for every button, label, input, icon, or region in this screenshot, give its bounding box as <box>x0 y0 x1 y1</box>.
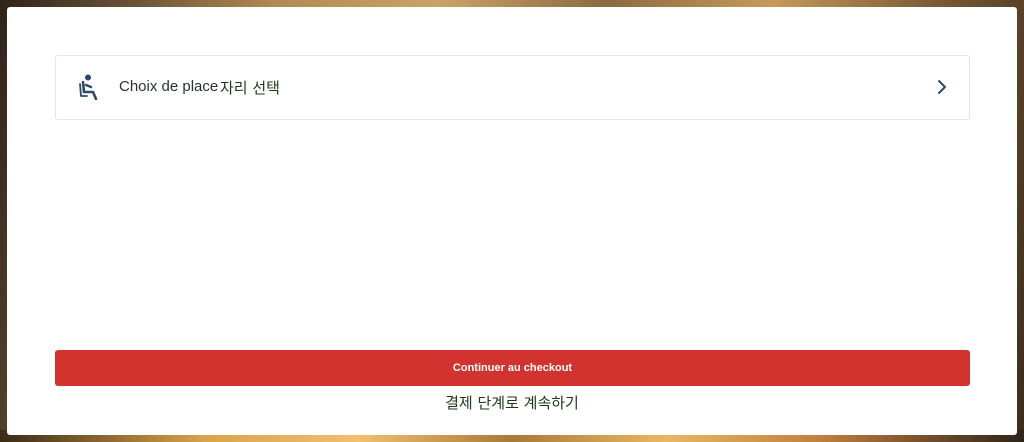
seat-selection-label-translation: 자리 선택 <box>220 79 280 97</box>
seat-selection-row[interactable]: Choix de place 자리 선택 <box>55 55 970 120</box>
chevron-right-icon <box>937 79 947 95</box>
modal-dialog: Choix de place 자리 선택 Continuer au checko… <box>7 7 1017 435</box>
continue-to-checkout-button[interactable]: Continuer au checkout <box>55 350 970 386</box>
seat-selection-label: Choix de place <box>119 78 219 95</box>
continue-button-translation: 결제 단계로 계속하기 <box>445 394 579 412</box>
seat-person-icon <box>79 74 101 101</box>
